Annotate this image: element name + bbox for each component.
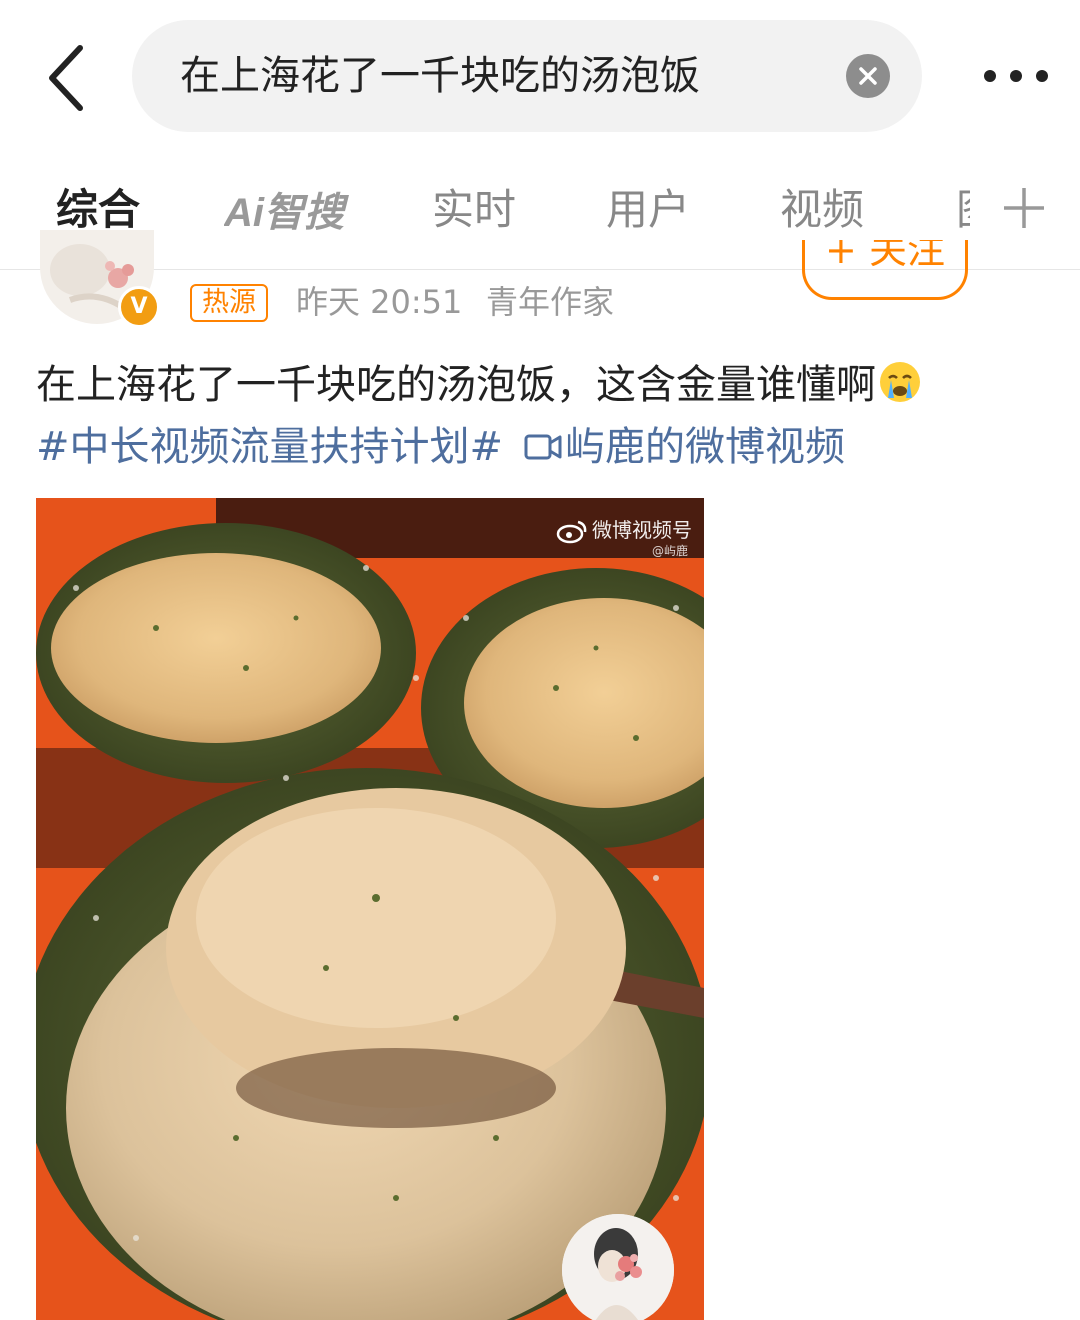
topic-hashtag-link[interactable]: #中长视频流量扶持计划# [36,424,503,470]
tab-users[interactable]: 用户 [606,180,690,240]
follow-button[interactable]: + 关注 [802,240,968,300]
close-icon [859,67,877,85]
top-bar: 在上海花了一千块吃的汤泡饭 [0,0,1080,150]
food-photo [36,498,704,1320]
follow-label: + 关注 [825,240,945,272]
watermark-text: 微博视频号 [592,518,692,542]
post-time: 昨天 20:51 [296,283,463,321]
uploader-avatar[interactable] [562,1214,674,1320]
add-tab-button[interactable] [1002,186,1046,230]
weibo-logo-icon [556,520,587,544]
video-source-link[interactable]: 屿鹿的微博视频 [565,424,845,470]
post-source: 青年作家 [486,283,615,321]
tab-video[interactable]: 视频 [780,180,864,240]
watermark-handle: @屿鹿 [652,544,689,558]
hot-source-tag: 热源 [190,284,268,322]
clear-search-button[interactable] [846,54,890,98]
chevron-left-icon [49,45,83,111]
video-camera-icon [524,434,562,460]
plus-icon [1004,188,1044,228]
more-dots-icon [984,70,1048,82]
post-text-content: 在上海花了一千块吃的汤泡饭，这含金量谁懂啊 [36,362,876,408]
more-options-button[interactable] [980,58,1052,94]
search-input[interactable]: 在上海花了一千块吃的汤泡饭 [132,20,922,132]
topic-line: #中长视频流量扶持计划# 屿鹿的微博视频 [36,418,845,476]
ai-search-label: Ai智搜 [224,191,349,235]
search-query[interactable]: 在上海花了一千块吃的汤泡饭 [180,48,700,104]
tab-ai-search[interactable]: Ai智搜 [223,182,354,238]
tab-images-partial[interactable]: 图 [956,180,970,240]
crying-face-icon [880,362,920,402]
post-text: 在上海花了一千块吃的汤泡饭，这含金量谁懂啊 [36,356,922,414]
back-button[interactable] [40,40,96,112]
ai-search-logo: Ai智搜 [223,191,349,235]
verified-badge-icon: V [118,286,160,328]
tab-realtime[interactable]: 实时 [432,180,516,240]
uploader-avatar-image [562,1214,674,1320]
video-thumbnail[interactable]: 微博视频号 @屿鹿 [36,498,704,1320]
